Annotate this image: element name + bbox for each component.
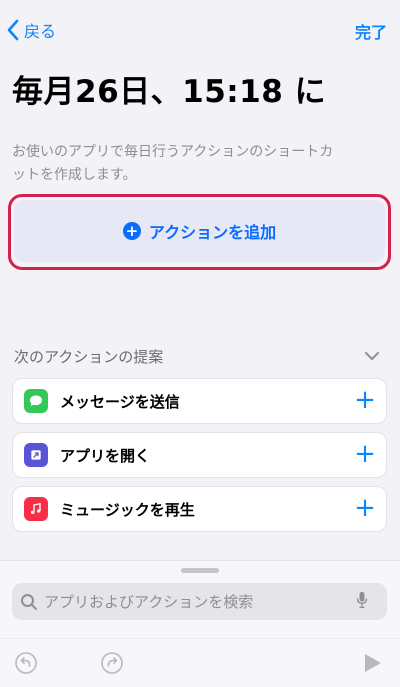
suggestion-label: アプリを開く	[60, 446, 151, 465]
suggestion-item-open-app[interactable]: アプリを開く +	[12, 432, 387, 478]
redo-icon[interactable]	[100, 651, 124, 675]
suggestion-label: ミュージックを再生	[60, 500, 195, 519]
done-button[interactable]: 完了	[355, 19, 387, 43]
add-plus-icon[interactable]: +	[354, 387, 376, 413]
search-placeholder: アプリおよびアクションを検索	[44, 593, 254, 611]
messages-icon	[24, 389, 48, 413]
add-plus-icon[interactable]: +	[354, 441, 376, 467]
suggestion-item-play-music[interactable]: ミュージックを再生 +	[12, 486, 387, 532]
back-button[interactable]: 戻る	[6, 17, 56, 43]
action-search-sheet: アプリおよびアクションを検索	[0, 560, 400, 687]
add-action-label: アクションを追加	[148, 223, 277, 242]
undo-icon[interactable]	[14, 651, 38, 675]
play-icon[interactable]	[360, 651, 384, 675]
plus-circle-icon: +	[122, 222, 141, 240]
suggestions-header[interactable]: 次のアクションの提案	[14, 345, 380, 367]
music-icon	[24, 497, 48, 521]
sheet-grabber[interactable]	[181, 568, 219, 573]
add-action-button[interactable]: + アクションを追加	[14, 200, 385, 262]
toolbar-divider	[0, 638, 400, 639]
suggestion-label: メッセージを送信	[60, 392, 180, 411]
add-plus-icon[interactable]: +	[354, 495, 376, 521]
open-app-icon	[24, 443, 48, 467]
description-text: お使いのアプリで毎日行うアクションのショートカットを作成します。	[12, 144, 334, 183]
suggestions-title: 次のアクションの提案	[14, 347, 164, 366]
back-label: 戻る	[24, 22, 57, 41]
suggestion-item-send-message[interactable]: メッセージを送信 +	[12, 378, 387, 424]
navigation-bar: 戻る 完了	[0, 0, 400, 58]
chevron-left-icon	[7, 19, 19, 41]
page-title: 毎月26日、15:18 に	[12, 74, 327, 110]
microphone-icon[interactable]	[353, 591, 371, 609]
search-icon	[21, 593, 37, 610]
chevron-down-icon[interactable]	[364, 351, 380, 361]
search-input[interactable]: アプリおよびアクションを検索	[12, 583, 387, 620]
